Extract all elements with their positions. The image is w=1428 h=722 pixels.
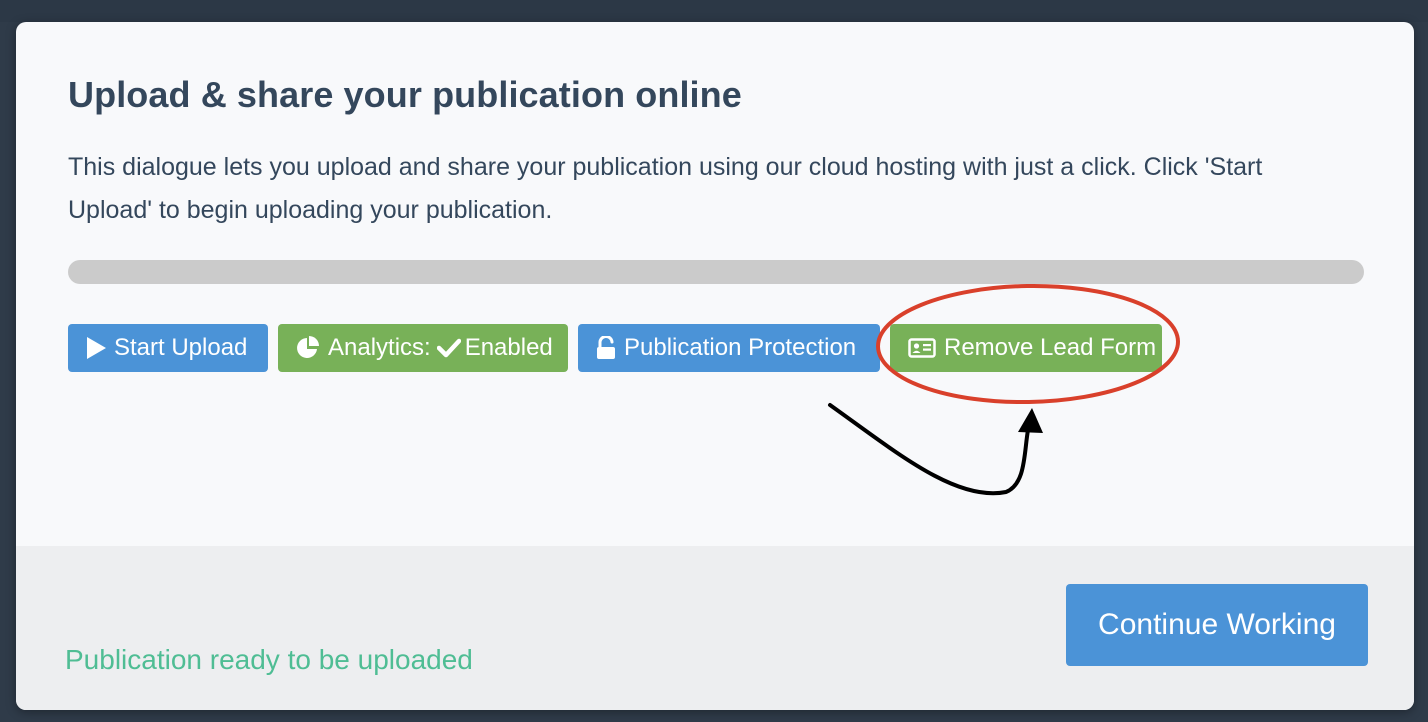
analytics-status: Enabled bbox=[464, 334, 553, 361]
pointer-arrow bbox=[828, 403, 1030, 496]
analytics-label: Analytics: bbox=[328, 334, 431, 361]
dialog-title: Upload & share your publication online bbox=[68, 74, 742, 115]
upload-status-text: Publication ready to be uploaded bbox=[65, 644, 473, 675]
unlock-icon bbox=[596, 336, 616, 360]
page-backdrop bbox=[0, 0, 1428, 22]
analytics-button[interactable]: Analytics: Enabled bbox=[278, 324, 568, 372]
publication-protection-button[interactable]: Publication Protection bbox=[578, 324, 880, 372]
upload-progress-bar bbox=[68, 260, 1364, 284]
start-upload-button[interactable]: Start Upload bbox=[68, 324, 268, 372]
continue-working-button[interactable]: Continue Working bbox=[1066, 584, 1368, 666]
upload-dialog: Upload & share your publication online T… bbox=[16, 22, 1414, 710]
remove-lead-form-label: Remove Lead Form bbox=[944, 334, 1157, 361]
id-card-icon bbox=[908, 338, 936, 358]
pie-chart-icon bbox=[296, 336, 320, 360]
arrow-head bbox=[1018, 408, 1043, 433]
dialog-footer: Publication ready to be uploaded Continu… bbox=[16, 546, 1414, 710]
dialog-description: This dialogue lets you upload and share … bbox=[68, 153, 1263, 224]
remove-lead-form-button[interactable]: Remove Lead Form bbox=[890, 324, 1162, 372]
start-upload-label: Start Upload bbox=[114, 334, 248, 361]
play-icon bbox=[86, 337, 106, 359]
publication-protection-label: Publication Protection bbox=[624, 334, 857, 361]
checkmark-icon bbox=[436, 338, 461, 358]
